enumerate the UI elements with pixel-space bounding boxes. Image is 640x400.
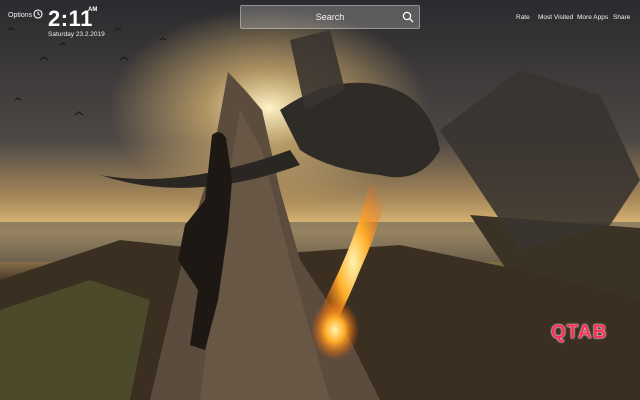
nav-share-link[interactable]: Share — [613, 14, 630, 21]
nav-rate-link[interactable]: Rate — [516, 14, 530, 21]
clock-icon[interactable] — [33, 9, 43, 19]
top-bar: Options 2:11 AM Saturday 23.2.2019 Rate … — [0, 0, 640, 44]
search-box[interactable] — [240, 5, 420, 29]
nav-most-visited-link[interactable]: Most Visited — [538, 14, 573, 21]
nav-more-apps-link[interactable]: More Apps — [577, 14, 608, 21]
clock-date: Saturday 23.2.2019 — [48, 31, 105, 38]
search-input[interactable] — [241, 6, 419, 28]
clock-time: 2:11 — [48, 6, 93, 31]
search-icon[interactable] — [402, 11, 414, 23]
wallpaper-background — [0, 0, 640, 400]
clock-ampm: AM — [88, 7, 98, 13]
options-button[interactable]: Options — [8, 12, 32, 19]
qtab-logo: QTAB — [551, 322, 608, 343]
